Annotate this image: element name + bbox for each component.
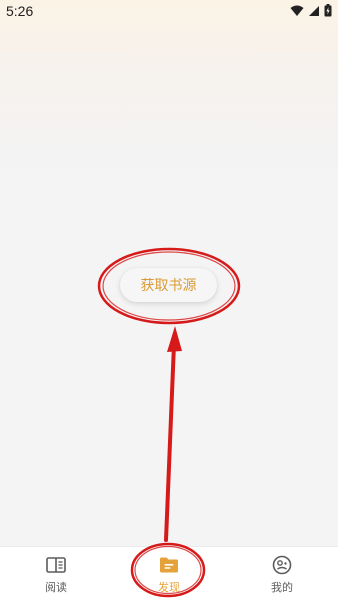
app-screen: 5:26 获取书源 阅读 发现 我的 [0,0,338,600]
wifi-icon [290,5,304,16]
nav-label-read: 阅读 [45,580,67,594]
status-time: 5:26 [6,3,34,19]
nav-label-discover: 发现 [158,580,180,594]
nav-tab-discover[interactable]: 发现 [113,547,225,600]
nav-label-mine: 我的 [271,580,293,594]
profile-icon [272,555,292,574]
battery-charging-icon [324,4,332,17]
bottom-navigation: 阅读 发现 我的 [0,546,338,600]
nav-tab-mine[interactable]: 我的 [226,547,338,600]
folder-icon [160,557,178,572]
fetch-book-source-button[interactable]: 获取书源 [120,268,217,302]
book-icon [46,556,66,573]
nav-tab-read[interactable]: 阅读 [0,547,112,600]
status-bar: 5:26 [0,0,338,24]
status-icons [290,4,332,17]
cell-signal-icon [309,5,319,16]
